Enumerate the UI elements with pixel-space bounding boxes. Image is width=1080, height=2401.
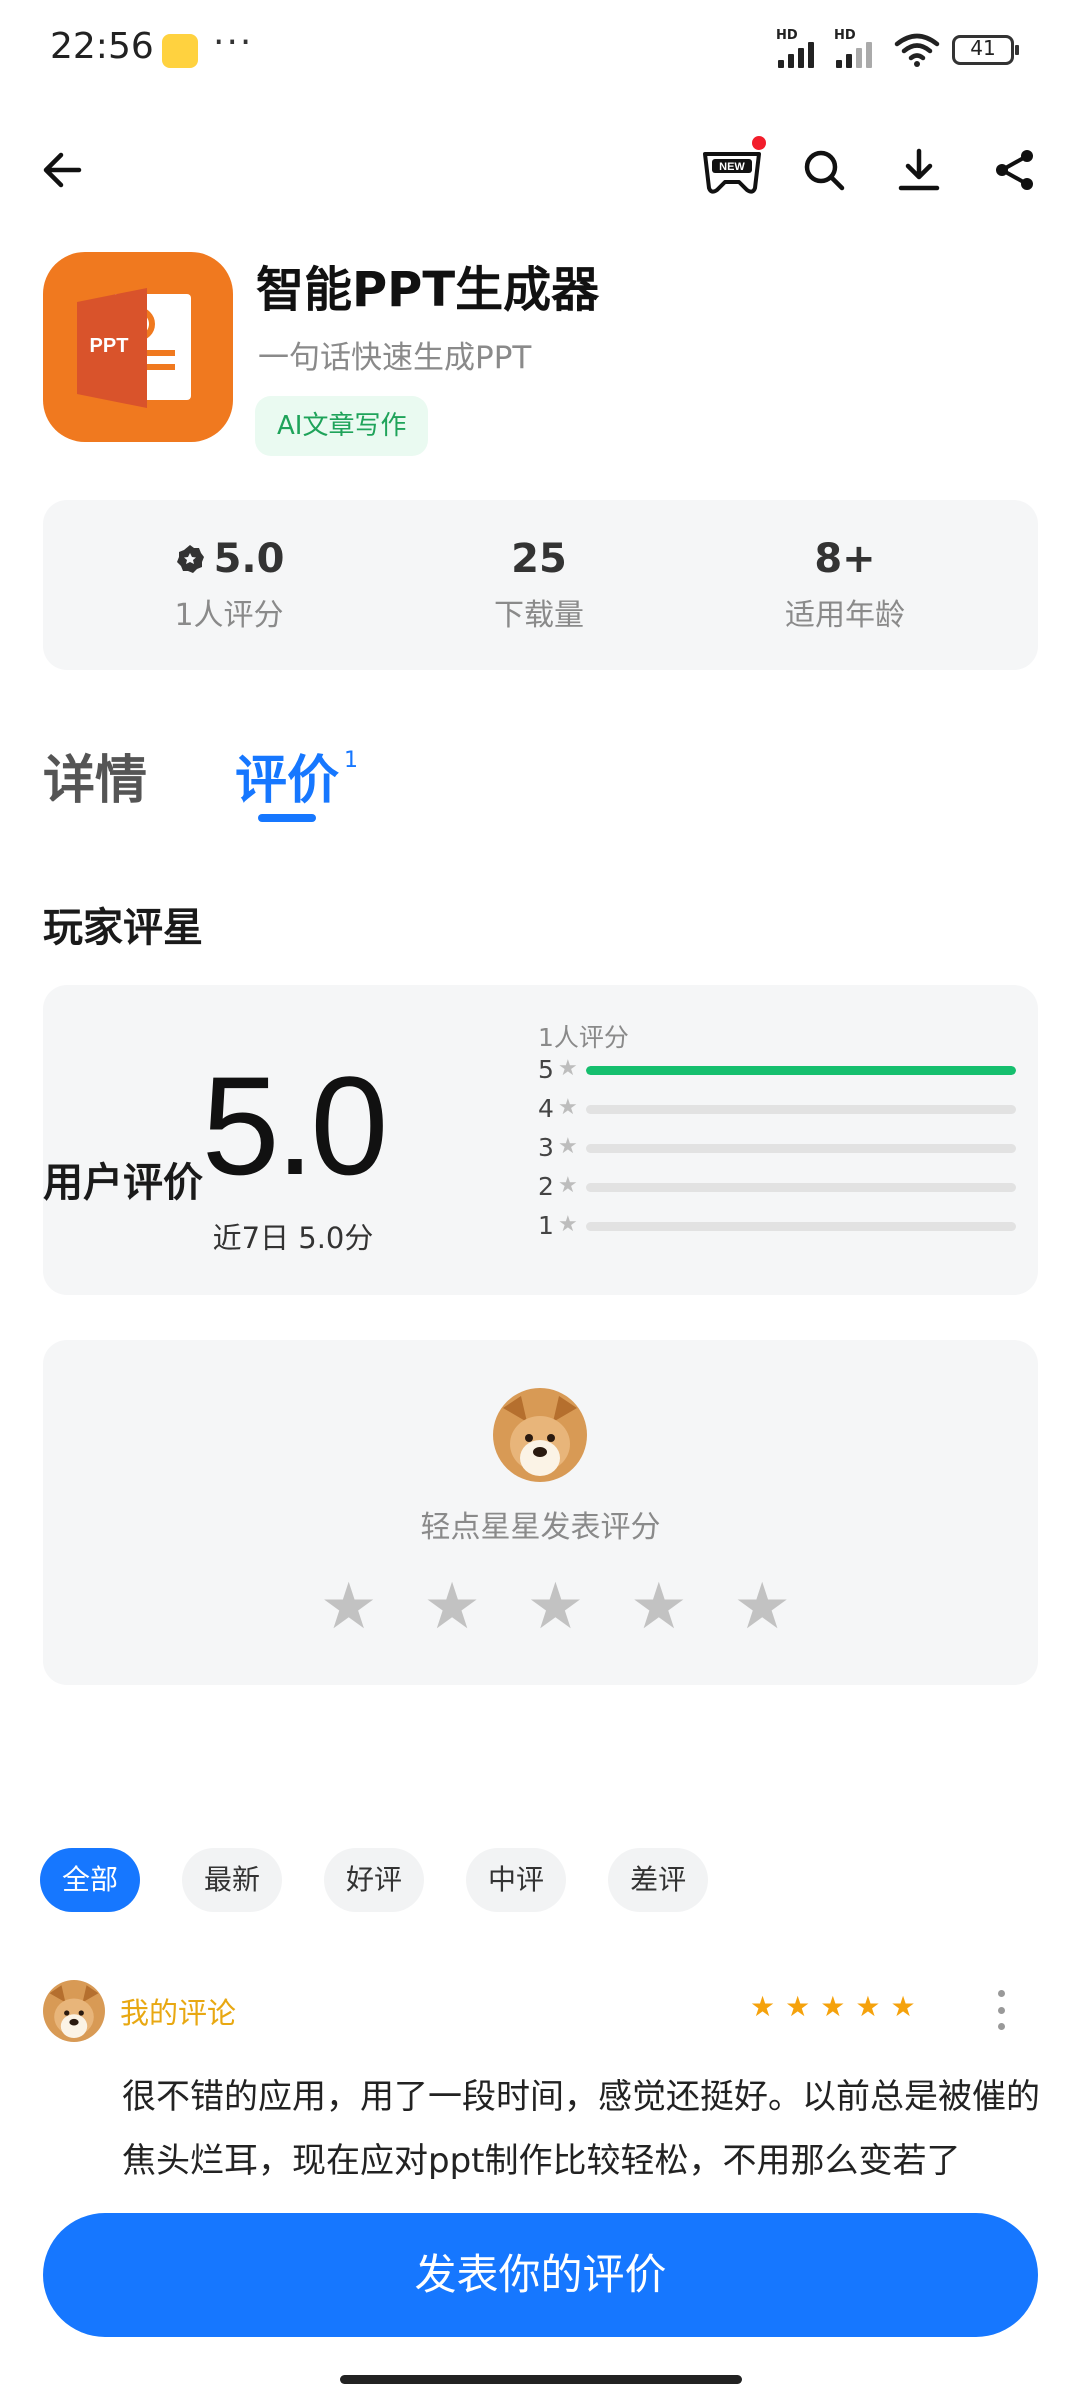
- recent-score: 近7日 5.0分: [212, 1221, 374, 1255]
- rating-distribution-row: 4 ★: [538, 1094, 1018, 1124]
- back-button[interactable]: [30, 138, 94, 202]
- star-icon: ★: [558, 1173, 578, 1198]
- download-icon: [898, 148, 940, 191]
- rating-badge-icon: [176, 545, 204, 573]
- active-tab-indicator: [258, 814, 316, 822]
- filter-chip[interactable]: 全部: [40, 1848, 141, 1912]
- review-star-icon: ★: [820, 1990, 846, 2023]
- review-filter-chips: 全部 最新 好评 中评 差评: [40, 1848, 709, 1912]
- review-star-icon: ★: [750, 1990, 776, 2023]
- star-icon: ★: [558, 1095, 578, 1120]
- rate-star-icon[interactable]: ★: [423, 1575, 480, 1639]
- filter-chip[interactable]: 中评: [466, 1848, 567, 1912]
- rating-distribution-row: 2 ★: [538, 1172, 1018, 1202]
- review-star-icon: ★: [855, 1990, 881, 2023]
- app-icon: PPT: [43, 252, 233, 442]
- status-time: 22:56: [50, 26, 154, 67]
- tab-reviews[interactable]: 评价: [235, 738, 339, 813]
- review-author[interactable]: 我的评论: [120, 1990, 236, 2032]
- rate-hint: 轻点星星发表评分: [420, 1510, 661, 1545]
- downloads-label: 下载量: [494, 598, 584, 633]
- rate-star-icon[interactable]: ★: [630, 1575, 687, 1639]
- tab-details[interactable]: 详情: [43, 738, 147, 813]
- rate-star-icon[interactable]: ★: [527, 1575, 584, 1639]
- player-rating-title: 玩家评星: [43, 905, 203, 951]
- new-gamepad-icon: NEW: [703, 152, 761, 194]
- hd-label: HD: [776, 28, 798, 43]
- distribution-star-number: 2: [538, 1172, 554, 1201]
- status-bar: 22:56 ··· HD HD 41: [0, 0, 1080, 100]
- notification-app-icon: [162, 34, 198, 68]
- stats-card: 5.0 1人评分 25 下载量 8+ 适用年龄: [43, 500, 1038, 670]
- rating-distribution-row: 5 ★: [538, 1055, 1018, 1085]
- star-icon: ★: [558, 1134, 578, 1159]
- battery-level: 41: [970, 36, 996, 60]
- app-subtitle: 一句话快速生成PPT: [258, 340, 532, 376]
- age-label: 适用年龄: [785, 598, 905, 633]
- user-avatar: [493, 1388, 587, 1482]
- dog-avatar-icon: [43, 1980, 105, 2042]
- age-stat: 8+ 适用年龄: [695, 536, 995, 634]
- distribution-bar-track: [586, 1222, 1016, 1231]
- review-stars: ★ ★ ★ ★ ★: [750, 1992, 916, 2022]
- download-button[interactable]: [887, 138, 951, 202]
- post-review-button[interactable]: 发表你的评价: [43, 2213, 1038, 2337]
- distribution-star-number: 4: [538, 1094, 554, 1123]
- powerpoint-icon: PPT: [77, 288, 191, 408]
- downloads-value: 25: [511, 536, 567, 582]
- share-icon: [996, 150, 1033, 190]
- rate-prompt-card: 轻点星星发表评分 ★ ★ ★ ★ ★: [43, 1340, 1038, 1685]
- rate-star-icon[interactable]: ★: [320, 1575, 377, 1639]
- rating-value: 5.0: [213, 536, 285, 582]
- new-badge-dot: [752, 136, 766, 150]
- more-options-icon[interactable]: [996, 1990, 1006, 2030]
- dog-avatar-icon: [493, 1388, 587, 1482]
- more-notifications-icon: ···: [213, 22, 254, 63]
- search-button[interactable]: [792, 138, 856, 202]
- search-icon: [804, 150, 845, 191]
- distribution-star-number: 3: [538, 1133, 554, 1162]
- app-icon-label: PPT: [90, 335, 129, 357]
- rating-label: 1人评分: [174, 598, 284, 633]
- wifi-icon: [894, 33, 940, 67]
- signal-icon-2: HD: [834, 28, 886, 68]
- home-indicator: [340, 2375, 742, 2384]
- category-tag[interactable]: AI文章写作: [255, 396, 429, 456]
- distribution-star-number: 5: [538, 1055, 554, 1084]
- distribution-bar-fill: [586, 1066, 1016, 1075]
- rating-stat[interactable]: 5.0 1人评分: [79, 536, 379, 634]
- age-value: 8+: [814, 536, 876, 582]
- rate-stars: ★ ★ ★ ★ ★: [320, 1575, 791, 1639]
- reviews-count-badge: 1: [344, 748, 358, 773]
- filter-chip[interactable]: 好评: [324, 1848, 425, 1912]
- review-star-icon: ★: [785, 1990, 811, 2023]
- star-icon: ★: [558, 1056, 578, 1081]
- rating-summary-card: 5.0 近7日 5.0分 1人评分 5 ★ 4 ★ 3 ★ 2 ★ 1 ★: [43, 985, 1038, 1295]
- distribution-bar-track: [586, 1105, 1016, 1114]
- signal-icon: HD: [776, 28, 828, 68]
- filter-chip[interactable]: 最新: [182, 1848, 283, 1912]
- share-button[interactable]: [983, 138, 1047, 202]
- rating-distribution-row: 3 ★: [538, 1133, 1018, 1163]
- user-reviews-title: 用户评价: [43, 1160, 203, 1206]
- app-name: 智能PPT生成器: [256, 262, 600, 318]
- rate-star-icon[interactable]: ★: [734, 1575, 791, 1639]
- filter-chip[interactable]: 差评: [608, 1848, 709, 1912]
- hd-label-2: HD: [834, 28, 856, 43]
- downloads-stat: 25 下载量: [389, 536, 689, 634]
- review-avatar[interactable]: [43, 1980, 105, 2042]
- review-star-icon: ★: [890, 1990, 916, 2023]
- distribution-bar-track: [586, 1144, 1016, 1153]
- top-nav: NEW: [0, 120, 1080, 220]
- star-icon: ★: [558, 1212, 578, 1237]
- game-center-button[interactable]: NEW: [696, 136, 768, 202]
- battery-icon: 41: [952, 35, 1019, 65]
- arrow-left-icon: [43, 152, 82, 188]
- rating-count: 1人评分: [538, 1023, 629, 1052]
- rating-distribution-row: 1 ★: [538, 1211, 1018, 1241]
- svg-text:NEW: NEW: [719, 161, 745, 173]
- distribution-star-number: 1: [538, 1211, 554, 1240]
- distribution-bar-track: [586, 1066, 1016, 1075]
- distribution-bar-track: [586, 1183, 1016, 1192]
